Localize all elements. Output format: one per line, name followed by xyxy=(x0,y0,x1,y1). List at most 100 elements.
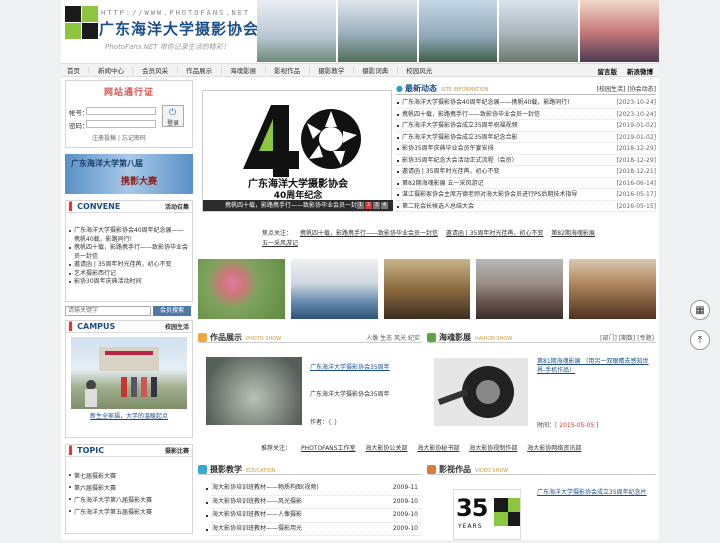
notice-item[interactable]: 携帆四十载，影路携手行——致影协毕业会员一封信 xyxy=(300,230,438,237)
teaching-item-title: 海大影协培训班教材——物质构图(视频) xyxy=(212,484,319,491)
news-item[interactable]: 第82期海魂影展 五一采风游记 [2016-06-14] xyxy=(396,178,656,189)
works-subtitle: PHOTO SHOW xyxy=(246,335,282,342)
search-button[interactable]: 会员搜索 xyxy=(153,305,191,316)
news-title: 最新动态 xyxy=(404,84,437,93)
nav-item-campus[interactable]: 校园风光 xyxy=(406,65,432,75)
nav-item-dictionary[interactable]: 摄影词典 xyxy=(362,65,388,75)
notice-item[interactable]: 第82期海魂影展 xyxy=(551,230,595,237)
slide-dot[interactable]: 3 xyxy=(373,202,380,209)
convene-more[interactable]: 活动召集 xyxy=(165,202,189,211)
qr-icon[interactable]: ▦ xyxy=(690,300,710,320)
recommend-item[interactable]: 海大影协公关部 xyxy=(365,445,407,452)
topic-more[interactable]: 摄影比赛 xyxy=(165,446,189,455)
teaching-item-title: 海大影协培训班教材——风光摄影 xyxy=(212,497,303,505)
news-item[interactable]: 湛江摄影家协会主席万德老师对海大影协会员进行PS后期技术指导 [2016-05-1… xyxy=(396,189,656,201)
nav-guestbook[interactable]: 留言版 xyxy=(598,66,618,76)
photo-thumb[interactable] xyxy=(569,259,656,319)
convene-item[interactable]: 邀请函 | 35周年时光荏苒，初心不变 xyxy=(69,261,188,270)
convene-item[interactable]: 携帆四十载，影路携手行——致影协毕业会员一封信 xyxy=(69,244,188,261)
nav-item-works[interactable]: 作品展示 xyxy=(186,65,212,75)
news-item-title: 携帆四十载，影路携手行——致影协毕业会员一封信 xyxy=(402,110,541,118)
news-link-assoc[interactable]: [协会动态] xyxy=(627,86,656,93)
forgot-password-link[interactable]: 忘记密码 xyxy=(122,135,146,142)
nav-item-news[interactable]: 新闻中心 xyxy=(98,65,124,75)
haihun-time: [ 2015-05-05 ] xyxy=(555,422,599,429)
camera-icon xyxy=(198,332,207,342)
teaching-item-title: 海大影协培训班教材——人像摄影 xyxy=(212,511,303,518)
nav-item-members[interactable]: 会员风采 xyxy=(142,65,168,75)
news-panel: ● 最新动态 SITE INFORMATION [校园生活] [协会动态] 广东海洋… xyxy=(396,83,656,212)
contest-banner[interactable]: 广东海洋大学第八届 携影大赛 xyxy=(65,154,193,194)
news-item[interactable]: 第二轮会长候选人总结大会 [2016-05-15] xyxy=(396,201,656,212)
slide-dot[interactable]: 4 xyxy=(381,202,388,209)
convene-item[interactable]: 广东海洋大学摄影协会40周年纪念展——携帆40载，影路同行! xyxy=(69,227,188,244)
news-item[interactable]: 广东海洋大学摄影协会成立35周年纪念合影 [2019-01-02] xyxy=(396,132,656,143)
account-input[interactable] xyxy=(86,107,156,115)
photo-thumb[interactable] xyxy=(383,259,471,319)
search-input[interactable] xyxy=(65,305,151,316)
main-nav: 首页 | 新闻中心 | 会员风采 | 作品展示 | 海魂影展 | 影视作品 | 摄影教学 | … xyxy=(61,63,659,77)
nav-item-haihun[interactable]: 海魂影展 xyxy=(230,65,256,75)
leaf-icon xyxy=(427,332,436,342)
convene-item[interactable]: 影协30周年庆典活动时间 xyxy=(69,278,188,287)
notice-label: 焦点关注： xyxy=(262,230,293,237)
left-column: 网站通行证 帐号： 密码： ⏻ 登录 注册投稿 | 忘记密码 广东海洋大学第八届… xyxy=(65,80,193,534)
recommend-item[interactable]: 海大影协视制作部 xyxy=(469,445,517,452)
focus-slideshow[interactable]: 广东海洋大学摄影协会 40周年纪念 携帆四十载，影路携手行——致影协毕业会员一封… xyxy=(202,90,393,212)
works-photo[interactable] xyxy=(206,357,302,425)
site-title[interactable]: 广东海洋大学摄影协会 xyxy=(99,18,259,39)
slide-dot[interactable]: 2 xyxy=(365,202,372,209)
notice-item[interactable]: 邀请函 | 35周年时光荏苒，初心不变 xyxy=(446,230,543,237)
works-tags[interactable]: 人像 生态 风光 纪实 xyxy=(366,333,420,342)
campus-more[interactable]: 校园生活 xyxy=(165,322,189,331)
nav-item-teaching[interactable]: 摄影教学 xyxy=(318,65,344,75)
news-item[interactable]: 携帆四十载，影路携手行——致影协毕业会员一封信 [2023-10-24] xyxy=(396,109,656,120)
campus-caption[interactable]: 新生全家福，大学的温暖起点 xyxy=(66,411,192,420)
topic-item[interactable]: 广东海洋大学第八届摄影大赛 xyxy=(69,495,188,507)
teaching-item[interactable]: 海大影协培训班教材——人像摄影 2009-10 xyxy=(206,509,422,523)
nav-item-home[interactable]: 首页 xyxy=(67,65,80,75)
news-item-date: [2016-05-15] xyxy=(616,202,656,210)
news-item[interactable]: 影协35周年纪念大会活动正式流程（会员） [2018-12-29] xyxy=(396,155,656,166)
haihun-item-title[interactable]: 第81期海魂影展 （用另一双眼睛去感知世界-手机作品） xyxy=(537,357,652,375)
recommend-item[interactable]: 海大影协秘书部 xyxy=(417,445,459,452)
news-item[interactable]: 广东海洋大学摄影协会40周年纪念展——携帆40载，影路同行! [2023-10-2… xyxy=(396,97,656,109)
topic-item[interactable]: 广东海洋大学第五届摄影大赛 xyxy=(69,507,188,519)
campus-photo[interactable] xyxy=(71,336,187,409)
notice-item[interactable]: 五一采风游记 xyxy=(262,240,298,247)
register-link[interactable]: 注册投稿 xyxy=(92,135,116,142)
video-item-title[interactable]: 广东海洋大学摄影协会成立35周年纪念片 xyxy=(537,488,652,497)
photo-thumb[interactable] xyxy=(290,259,378,319)
photo-thumb[interactable] xyxy=(198,259,285,319)
teaching-item[interactable]: 海大影协培训班教材——摄影用光 2009-10 xyxy=(206,523,422,536)
haihun-tabs[interactable]: [部门] [期数] [专题] xyxy=(600,333,654,342)
haihun-photo[interactable] xyxy=(434,358,528,426)
slide-dot[interactable]: 1 xyxy=(357,202,364,209)
topic-item[interactable]: 第六届摄影大赛 xyxy=(69,483,188,495)
site-header: HTTP://WWW.PHOTOFANS.NET 广东海洋大学摄影协会 Phot… xyxy=(61,0,659,62)
password-input[interactable] xyxy=(86,120,156,128)
haihun-time-label: 时间： xyxy=(537,422,556,429)
logo-icon[interactable] xyxy=(65,6,99,39)
convene-item[interactable]: 艺术摄影西行记 xyxy=(69,270,188,279)
photo-thumb[interactable] xyxy=(476,259,564,319)
news-link-campus[interactable]: [校园生活] xyxy=(597,86,626,93)
teaching-item[interactable]: 海大影协培训班教材——物质构图(视频) 2009-11 xyxy=(206,482,422,496)
nav-item-video[interactable]: 影视作品 xyxy=(274,65,300,75)
haihun-header: 海魂影展 HAIHUN SHOW [部门] [期数] [专题] xyxy=(427,332,656,343)
teaching-item[interactable]: 海大影协培训班教材——风光摄影 2009-10 xyxy=(206,496,422,509)
nav-weibo[interactable]: 新浪微博 xyxy=(627,66,653,76)
works-author: { } xyxy=(328,419,338,426)
works-item-title[interactable]: 广东海洋大学摄影协会35周年 xyxy=(310,362,390,371)
works-author-label: 作者： xyxy=(310,419,329,426)
news-item[interactable]: 邀请函 | 35周年时光荏苒，初心不变 [2018-12-21] xyxy=(396,166,656,178)
video-thumb[interactable]: 35 YEARS xyxy=(453,489,521,540)
recommend-item[interactable]: PHOTOFANS工作室 xyxy=(301,445,356,452)
news-item[interactable]: 影协35周年庆典毕业会员午宴安排 [2018-12-29] xyxy=(396,143,656,155)
login-button[interactable]: ⏻ 登录 xyxy=(162,105,184,127)
topic-item[interactable]: 第七届摄影大赛 xyxy=(69,471,188,483)
recommend-item[interactable]: 海大影协网络资讯部 xyxy=(527,445,581,452)
news-item-date: [2016-05-17] xyxy=(616,191,656,198)
back-to-top-icon[interactable]: ⤒ xyxy=(690,330,710,350)
news-item[interactable]: 广东海洋大学摄影协会成立35周年祝福视频 [2019-01-02] xyxy=(396,120,656,132)
